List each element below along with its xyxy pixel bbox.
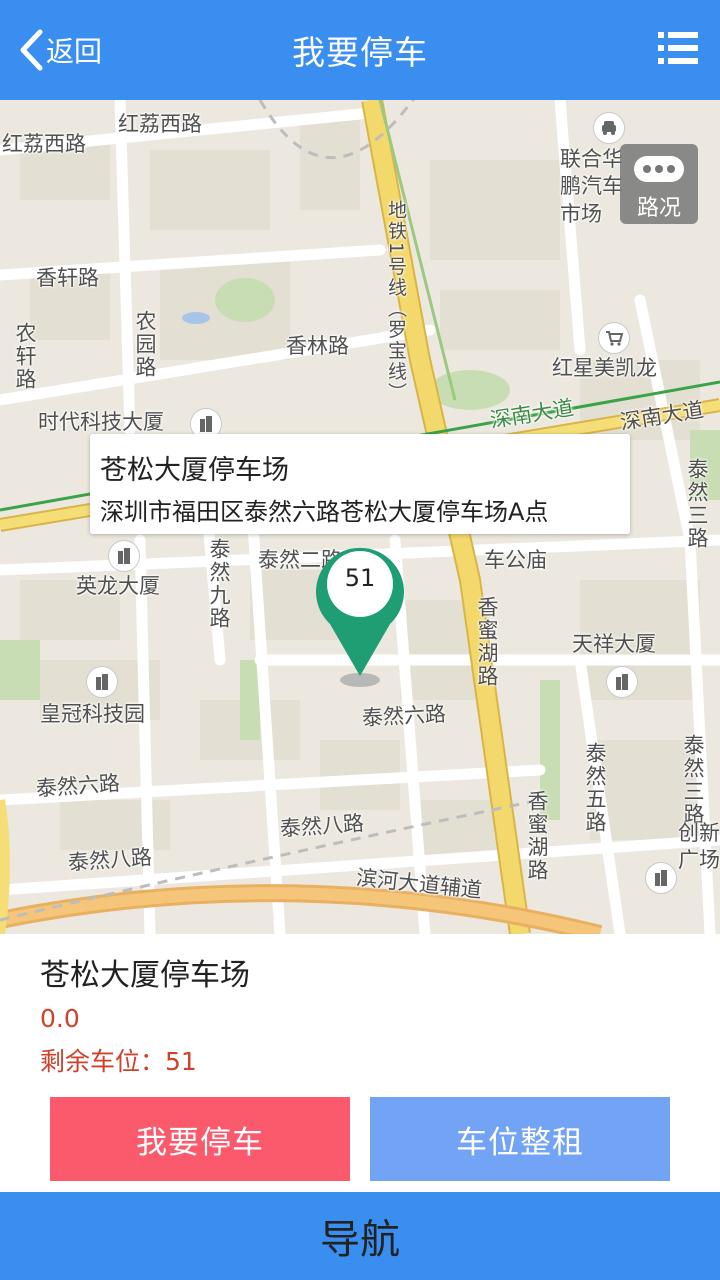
map-label-poi: 天祥大厦 (572, 632, 656, 656)
map-label-poi: 创新广场 (678, 821, 720, 873)
map-label-road: 香蜜湖路 (525, 790, 549, 882)
spaces-label: 剩余车位： (40, 1047, 166, 1076)
shopping-cart-icon[interactable] (598, 322, 630, 354)
map-label-road: 泰然八路 (279, 811, 365, 841)
available-spaces: 剩余车位：51 (40, 1042, 197, 1078)
map-label-road: 农轩路 (13, 322, 37, 391)
map-view[interactable]: 红荔西路 红荔西路 香轩路 农轩路 农园路 香林路 时代科技大厦 地铁1号线（罗… (0, 100, 720, 934)
map-label-road: 泰然八路 (67, 845, 153, 875)
traffic-toggle-button[interactable]: 路况 (620, 144, 698, 224)
parking-marker[interactable]: 51 (312, 540, 408, 680)
map-label-road: 香林路 (286, 334, 349, 358)
map-label-road: 香轩路 (36, 266, 99, 290)
map-label-poi: 皇冠科技园 (40, 702, 145, 726)
map-label-poi: 英龙大厦 (76, 574, 160, 598)
list-menu-icon (658, 32, 698, 64)
monthly-rent-button[interactable]: 车位整租 (370, 1097, 670, 1181)
map-label-road: 红荔西路 (2, 132, 86, 156)
map-label-road: 泰然三路 (681, 734, 705, 826)
map-label-road: 香蜜湖路 (475, 596, 499, 688)
map-pin-icon (316, 547, 404, 676)
map-label-road: 泰然六路 (361, 701, 447, 731)
page-title: 我要停车 (292, 33, 428, 72)
menu-button[interactable] (658, 30, 698, 66)
map-label-metro: 地铁1号线（罗宝线） (385, 200, 407, 404)
park-button[interactable]: 我要停车 (50, 1097, 350, 1181)
map-label-road: 泰然三路 (685, 458, 709, 550)
map-label-poi: 时代科技大厦 (38, 410, 164, 434)
lot-name: 苍松大厦停车场 (40, 958, 250, 993)
map-label-poi: 红星美凯龙 (552, 356, 657, 380)
map-label-road: 泰然六路 (35, 771, 121, 801)
spaces-value: 51 (165, 1047, 197, 1076)
building-icon[interactable] (108, 540, 140, 572)
map-label-road: 红荔西路 (118, 112, 202, 136)
car-dealer-icon[interactable] (593, 112, 625, 144)
info-card-name: 苍松大厦停车场 (100, 455, 289, 486)
traffic-label: 路况 (636, 196, 681, 221)
parking-info-card[interactable]: 苍松大厦停车场 深圳市福田区泰然六路苍松大厦停车场A点 (90, 434, 630, 534)
building-icon[interactable] (86, 666, 118, 698)
marker-count: 51 (344, 564, 376, 592)
navigate-button[interactable]: 导航 (0, 1192, 720, 1280)
traffic-icon (634, 156, 684, 182)
map-label-road: 泰然九路 (207, 538, 231, 630)
building-icon[interactable] (645, 862, 677, 894)
map-label-poi: 车公庙 (484, 548, 547, 572)
map-label-road: 泰然五路 (583, 742, 607, 834)
lot-rating: 0.0 (40, 1004, 80, 1033)
building-icon[interactable] (606, 666, 638, 698)
parking-details-panel: 苍松大厦停车场 0.0 剩余车位：51 我要停车 车位整租 (0, 934, 720, 1192)
map-label-road: 农园路 (133, 310, 157, 379)
header-bar: 返回 我要停车 (0, 0, 720, 100)
info-card-address: 深圳市福田区泰然六路苍松大厦停车场A点 (100, 498, 549, 526)
